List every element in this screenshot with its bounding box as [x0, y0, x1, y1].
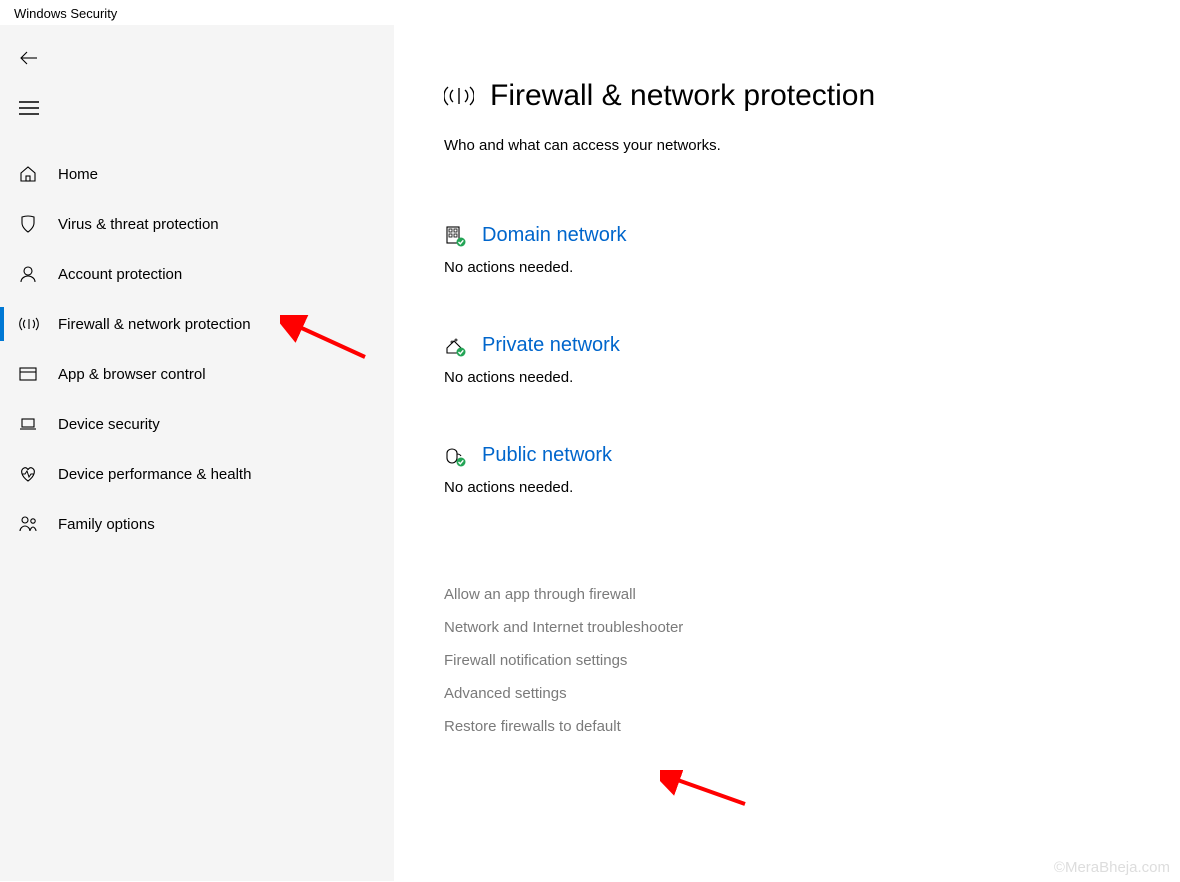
public-network-link[interactable]: Public network: [482, 444, 612, 467]
link-notification-settings[interactable]: Firewall notification settings: [444, 652, 1140, 669]
person-icon: [18, 264, 40, 284]
page-subtitle: Who and what can access your networks.: [444, 137, 1140, 154]
page-title: Firewall & network protection: [490, 79, 875, 113]
link-allow-app[interactable]: Allow an app through firewall: [444, 586, 1140, 603]
family-icon: [18, 514, 40, 534]
sidebar-item-label: Account protection: [58, 266, 182, 283]
sidebar-item-virus[interactable]: Virus & threat protection: [0, 199, 394, 249]
public-network-status: No actions needed.: [444, 479, 844, 496]
sidebar-item-firewall[interactable]: Firewall & network protection: [0, 299, 394, 349]
back-button[interactable]: [0, 33, 394, 83]
browser-icon: [18, 364, 40, 384]
main-content: Firewall & network protection Who and wh…: [394, 25, 1180, 881]
network-section-domain: Domain network No actions needed.: [444, 224, 844, 276]
hamburger-button[interactable]: [0, 83, 394, 133]
sidebar-item-home[interactable]: Home: [0, 149, 394, 199]
back-arrow-icon: [18, 47, 40, 69]
sidebar-item-label: Device performance & health: [58, 466, 251, 483]
sidebar: Home Virus & threat protection Account p…: [0, 25, 394, 881]
hamburger-icon: [18, 97, 40, 119]
link-troubleshooter[interactable]: Network and Internet troubleshooter: [444, 619, 1140, 636]
network-section-public: Public network No actions needed.: [444, 444, 844, 496]
sidebar-item-label: App & browser control: [58, 366, 206, 383]
network-section-private: Private network No actions needed.: [444, 334, 844, 386]
sidebar-item-label: Home: [58, 166, 98, 183]
domain-network-status: No actions needed.: [444, 259, 844, 276]
broadcast-icon: [18, 314, 40, 334]
private-network-icon: [444, 335, 468, 357]
sidebar-item-label: Virus & threat protection: [58, 216, 219, 233]
domain-network-icon: [444, 225, 468, 247]
watermark: ©MeraBheja.com: [1054, 859, 1170, 876]
sidebar-item-device-security[interactable]: Device security: [0, 399, 394, 449]
sidebar-item-device-performance[interactable]: Device performance & health: [0, 449, 394, 499]
heart-icon: [18, 464, 40, 484]
private-network-link[interactable]: Private network: [482, 334, 620, 357]
sidebar-item-account[interactable]: Account protection: [0, 249, 394, 299]
firewall-links-section: Allow an app through firewall Network an…: [444, 586, 1140, 735]
sidebar-item-app-browser[interactable]: App & browser control: [0, 349, 394, 399]
sidebar-item-family[interactable]: Family options: [0, 499, 394, 549]
link-restore-default[interactable]: Restore firewalls to default: [444, 718, 1140, 735]
broadcast-icon: [444, 82, 474, 110]
public-network-icon: [444, 445, 468, 467]
shield-icon: [18, 214, 40, 234]
domain-network-link[interactable]: Domain network: [482, 224, 627, 247]
sidebar-item-label: Firewall & network protection: [58, 316, 251, 333]
laptop-icon: [18, 414, 40, 434]
home-icon: [18, 164, 40, 184]
sidebar-item-label: Family options: [58, 516, 155, 533]
window-title: Windows Security: [0, 0, 1180, 25]
link-advanced-settings[interactable]: Advanced settings: [444, 685, 1140, 702]
private-network-status: No actions needed.: [444, 369, 844, 386]
sidebar-item-label: Device security: [58, 416, 160, 433]
